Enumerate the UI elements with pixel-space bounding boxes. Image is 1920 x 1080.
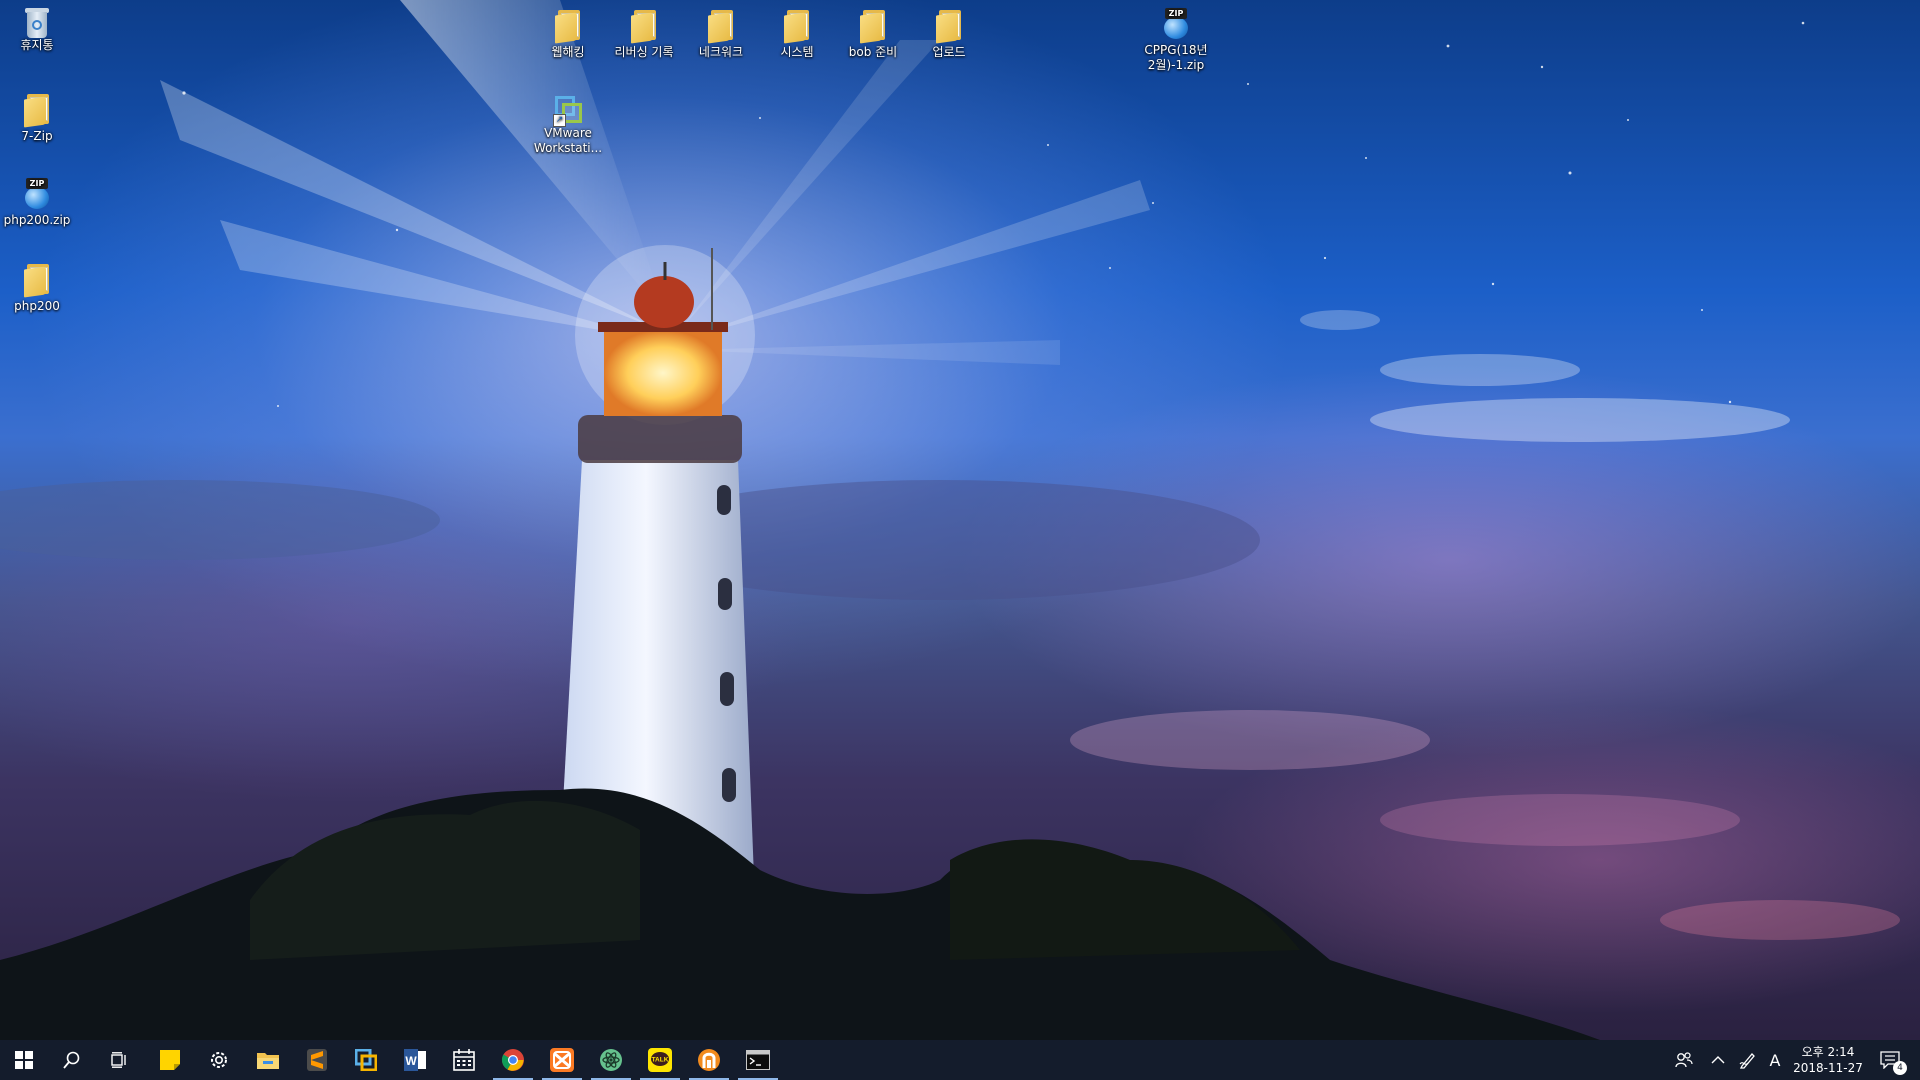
folder-icon bbox=[784, 10, 810, 44]
xampp-icon bbox=[550, 1048, 574, 1072]
wallpaper-lighthouse-scene bbox=[0, 0, 1900, 1040]
settings-button[interactable] bbox=[195, 1040, 243, 1080]
sticky-notes-button[interactable] bbox=[146, 1040, 194, 1080]
desktop-icon-label: bob 준비 bbox=[848, 45, 898, 59]
bandizip-button[interactable] bbox=[685, 1040, 733, 1080]
desktop-icon-label: 7-Zip bbox=[21, 129, 53, 143]
clock-date: 2018-11-27 bbox=[1793, 1061, 1863, 1075]
taskbar: W TALK A 오후 2:14 2018-11-27 4 bbox=[0, 1040, 1920, 1080]
desktop-icon-label: php200 bbox=[14, 299, 60, 313]
xampp-button[interactable] bbox=[538, 1040, 586, 1080]
desktop-icon-7zip[interactable]: 7-Zip bbox=[0, 94, 74, 144]
people-icon bbox=[1675, 1052, 1693, 1068]
people-button[interactable] bbox=[1668, 1040, 1700, 1080]
desktop-icon-label-line1: CPPG(18년 bbox=[1144, 43, 1208, 57]
desktop-icon-php200-zip[interactable]: ZIP php200.zip bbox=[0, 178, 74, 228]
folder-icon bbox=[24, 94, 50, 128]
vmware-workstation-button[interactable] bbox=[342, 1040, 390, 1080]
show-hidden-icons-button[interactable] bbox=[1704, 1040, 1732, 1080]
desktop-icon-label: 리버싱 기록 bbox=[614, 45, 674, 59]
desktop-icon-bob-prep[interactable]: bob 준비 bbox=[836, 10, 910, 60]
desktop-icon-cppg-zip[interactable]: ZIP CPPG(18년 2월)-1.zip bbox=[1139, 8, 1213, 73]
kakaotalk-button[interactable]: TALK bbox=[636, 1040, 684, 1080]
desktop-icon-label-line2: 2월)-1.zip bbox=[1147, 58, 1205, 72]
folder-icon bbox=[936, 10, 962, 44]
hill-silhouette bbox=[0, 788, 1600, 1040]
calendar-icon bbox=[453, 1049, 475, 1071]
desktop-icon-system[interactable]: 시스템 bbox=[760, 10, 834, 60]
clock-time: 오후 2:14 bbox=[1801, 1045, 1855, 1059]
desktop-icon-php200[interactable]: php200 bbox=[0, 264, 74, 314]
word-icon: W bbox=[404, 1049, 426, 1071]
svg-text:W: W bbox=[405, 1054, 417, 1068]
folder-icon bbox=[24, 264, 50, 298]
folder-icon bbox=[631, 10, 657, 44]
terminal-icon bbox=[746, 1050, 770, 1070]
search-icon bbox=[63, 1051, 80, 1069]
desktop-icon-label: 네크워크 bbox=[698, 45, 744, 59]
file-explorer-button[interactable] bbox=[244, 1040, 292, 1080]
desktop-icon-label: 시스템 bbox=[780, 45, 814, 59]
ime-letter: A bbox=[1769, 1050, 1781, 1070]
pen-icon bbox=[1739, 1053, 1755, 1069]
notification-count-badge: 4 bbox=[1893, 1061, 1907, 1075]
atom-icon bbox=[600, 1049, 622, 1071]
vmware-icon bbox=[355, 1049, 377, 1071]
folder-icon bbox=[257, 1053, 279, 1069]
calendar-button[interactable] bbox=[440, 1040, 488, 1080]
task-view-button[interactable] bbox=[96, 1040, 144, 1080]
folder-icon bbox=[555, 10, 581, 44]
pen-workspace-button[interactable] bbox=[1734, 1040, 1762, 1080]
system-clock[interactable]: 오후 2:14 2018-11-27 bbox=[1788, 1044, 1868, 1076]
folder-icon bbox=[860, 10, 886, 44]
vmware-icon: ↗ bbox=[551, 92, 585, 127]
word-button[interactable]: W bbox=[391, 1040, 439, 1080]
zip-archive-icon: ZIP bbox=[1161, 8, 1191, 40]
desktop-icon-network[interactable]: 네크워크 bbox=[684, 10, 758, 60]
bandizip-icon bbox=[698, 1049, 720, 1071]
desktop-icon-label: php200.zip bbox=[3, 213, 71, 227]
chrome-button[interactable] bbox=[489, 1040, 537, 1080]
svg-text:TALK: TALK bbox=[652, 1057, 669, 1064]
clouds bbox=[0, 310, 1900, 940]
task-view-icon bbox=[111, 1052, 126, 1068]
desktop-icon-label-line1: VMware bbox=[544, 126, 592, 140]
desktop-icon-label: 업로드 bbox=[932, 45, 966, 59]
zip-archive-icon: ZIP bbox=[22, 178, 52, 210]
start-button[interactable] bbox=[0, 1040, 48, 1080]
sticky-notes-icon bbox=[160, 1050, 180, 1070]
folder-icon bbox=[708, 10, 734, 44]
sublime-text-button[interactable] bbox=[293, 1040, 341, 1080]
desktop-icon-label-line2: Workstati... bbox=[533, 141, 603, 155]
command-prompt-button[interactable] bbox=[734, 1040, 782, 1080]
desktop-icon-vmware[interactable]: ↗ VMware Workstati... bbox=[531, 92, 605, 156]
desktop-icon-recycle-bin[interactable]: 휴지통 bbox=[0, 6, 74, 53]
recycle-bin-icon bbox=[24, 6, 50, 38]
desktop-icon-upload[interactable]: 업로드 bbox=[912, 10, 986, 60]
atom-button[interactable] bbox=[587, 1040, 635, 1080]
kakaotalk-icon: TALK bbox=[648, 1048, 672, 1072]
sublime-icon bbox=[307, 1049, 327, 1071]
windows-logo-icon bbox=[15, 1051, 33, 1069]
desktop-icon-web-hacking[interactable]: 웹해킹 bbox=[531, 10, 605, 60]
search-button[interactable] bbox=[48, 1040, 96, 1080]
input-method-indicator[interactable]: A bbox=[1762, 1040, 1788, 1080]
desktop-wallpaper bbox=[0, 0, 1920, 1040]
chevron-up-icon bbox=[1711, 1056, 1725, 1064]
desktop-icon-reversing-log[interactable]: 리버싱 기록 bbox=[607, 10, 681, 60]
chrome-icon bbox=[501, 1049, 524, 1071]
desktop-icon-label: 웹해킹 bbox=[551, 45, 585, 59]
gear-icon bbox=[211, 1052, 227, 1068]
desktop-icon-label: 휴지통 bbox=[20, 38, 54, 52]
